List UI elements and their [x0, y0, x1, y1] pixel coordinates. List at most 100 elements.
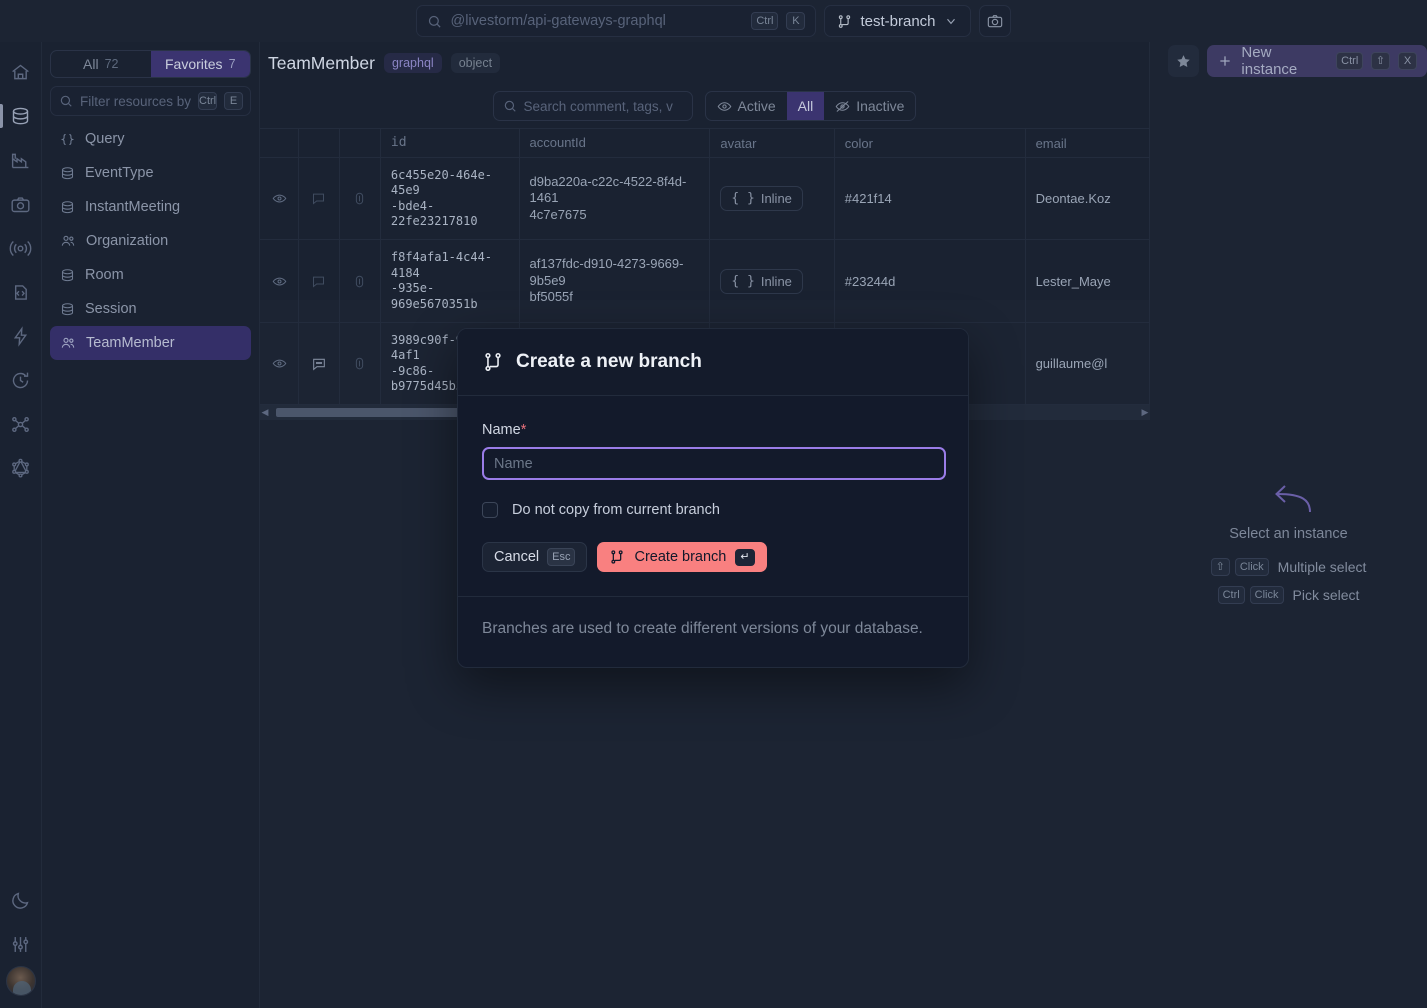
app-root: @livestorm/api-gateways-graphql Ctrl K t…	[0, 0, 1427, 1008]
sidebar-item-query[interactable]: Query	[50, 122, 251, 156]
row-accountid: d9ba220a-c22c-4522-8f4d-1461 4c7e7675	[520, 158, 711, 240]
sidebar-item-eventtype[interactable]: EventType	[50, 156, 251, 190]
row-visibility-toggle[interactable]	[260, 158, 300, 240]
modal-body: Name* Do not copy from current branch Ca…	[458, 396, 968, 596]
eye-off-icon	[835, 99, 850, 114]
row-attachment-button[interactable]	[340, 158, 381, 240]
sidebar-item-organization[interactable]: Organization	[50, 224, 251, 258]
rail-item-graphql[interactable]	[0, 446, 42, 490]
table-row[interactable]: 6c455e20-464e-45e9 -bde4-22fe23217810 d9…	[260, 157, 1150, 240]
rail-item-camera[interactable]	[0, 182, 42, 226]
filter-all[interactable]: All	[786, 92, 825, 120]
branch-selector[interactable]: test-branch	[824, 5, 971, 37]
create-branch-button[interactable]: Create branch ↵	[597, 542, 767, 572]
branch-name-input[interactable]	[482, 447, 946, 480]
tab-all[interactable]: All 72	[51, 51, 151, 77]
th-email[interactable]: email	[1026, 129, 1150, 157]
comment-icon	[311, 274, 326, 289]
rail-item-factory[interactable]	[0, 138, 42, 182]
rail-item-home[interactable]	[0, 50, 42, 94]
filter-active[interactable]: Active	[706, 92, 787, 120]
omnisearch-input[interactable]: @livestorm/api-gateways-graphql Ctrl K	[416, 5, 817, 37]
do-not-copy-checkbox[interactable]	[482, 502, 498, 518]
th-accountid[interactable]: accountId	[520, 129, 711, 157]
database-icon	[60, 200, 75, 215]
chevron-down-icon	[944, 14, 958, 28]
tab-favorites-label: Favorites	[164, 56, 223, 72]
scroll-left-icon[interactable]: ◀	[260, 407, 270, 418]
branch-icon	[837, 14, 852, 29]
resource-filter-placeholder: Filter resources by	[80, 93, 192, 109]
row-visibility-toggle[interactable]	[260, 240, 300, 322]
row-avatar[interactable]: { } Inline	[710, 240, 835, 322]
th-avatar[interactable]: avatar	[710, 129, 835, 157]
row-comment-button[interactable]	[299, 158, 340, 240]
create-kbd-enter: ↵	[735, 548, 755, 566]
row-visibility-toggle[interactable]	[260, 322, 300, 405]
rail-item-bolt[interactable]	[0, 314, 42, 358]
favorite-button[interactable]	[1168, 45, 1200, 77]
do-not-copy-row[interactable]: Do not copy from current branch	[482, 502, 944, 518]
new-instance-button[interactable]: New instance Ctrl ⇧ X	[1207, 44, 1427, 78]
modal-footer-text: Branches are used to create different ve…	[458, 596, 968, 667]
inline-chip[interactable]: { } Inline	[720, 268, 803, 294]
rail-item-code[interactable]	[0, 270, 42, 314]
filter-inactive[interactable]: Inactive	[824, 92, 915, 120]
sidebar-item-instantmeeting[interactable]: InstantMeeting	[50, 190, 251, 224]
database-icon	[60, 302, 75, 317]
cancel-label: Cancel	[494, 549, 540, 565]
rail-item-theme-toggle[interactable]	[0, 878, 42, 922]
comment-icon	[311, 356, 327, 372]
search-icon	[503, 99, 517, 113]
row-comment-button[interactable]	[299, 322, 340, 405]
omnisearch-kbd-k: K	[786, 12, 806, 30]
row-comment-button[interactable]	[299, 240, 340, 322]
sliders-icon	[10, 934, 31, 955]
row-accountid-line2: 4c7e7675	[529, 207, 587, 223]
resource-filter-input[interactable]: Filter resources by Ctrl E	[50, 86, 251, 116]
rail-item-broadcast[interactable]	[0, 226, 42, 270]
scroll-right-icon[interactable]: ▶	[1140, 407, 1150, 418]
row-id: f8f4afa1-4c44-4184 -935e-969e5670351b	[381, 240, 520, 322]
filter-active-label: Active	[737, 98, 776, 114]
row-attachment-button[interactable]	[340, 322, 381, 405]
filter-kbd-ctrl: Ctrl	[198, 92, 218, 110]
new-instance-label: New instance	[1241, 44, 1298, 78]
paperclip-icon	[352, 356, 367, 371]
hint-multiple-select: ⇧ Click Multiple select	[1210, 558, 1366, 576]
cancel-button[interactable]: Cancel Esc	[482, 542, 588, 572]
th-id[interactable]: id	[381, 129, 520, 157]
rail-item-history[interactable]	[0, 358, 42, 402]
sidebar-item-label: EventType	[85, 165, 154, 181]
th-color[interactable]: color	[835, 129, 1026, 157]
rail-item-database[interactable]	[0, 94, 42, 138]
factory-icon	[10, 150, 31, 171]
row-avatar[interactable]: { } Inline	[710, 158, 835, 240]
search-icon	[427, 14, 442, 29]
branch-name: test-branch	[860, 12, 936, 30]
braces-icon: { }	[731, 191, 755, 207]
sidebar-item-room[interactable]: Room	[50, 258, 251, 292]
inline-chip[interactable]: { } Inline	[720, 186, 803, 212]
hint-kbd-click: Click	[1249, 586, 1284, 604]
rail-item-graph[interactable]	[0, 402, 42, 446]
table-toolbar: Search comment, tags, v Active All Inact…	[260, 84, 1149, 128]
sidebar-item-label: Organization	[86, 233, 169, 249]
row-attachment-button[interactable]	[340, 240, 381, 322]
snapshot-button[interactable]	[978, 5, 1011, 37]
eye-icon	[717, 99, 732, 114]
sidebar-item-session[interactable]: Session	[50, 292, 251, 326]
sidebar-item-teammember[interactable]: TeamMember	[50, 326, 251, 360]
table-row[interactable]: f8f4afa1-4c44-4184 -935e-969e5670351b af…	[260, 239, 1150, 322]
comment-search-input[interactable]: Search comment, tags, v	[492, 91, 693, 121]
rail-item-settings[interactable]	[0, 922, 42, 966]
tab-all-label: All	[83, 56, 99, 72]
tab-favorites[interactable]: Favorites 7	[150, 51, 250, 77]
row-accountid-line2: bf5055f	[529, 289, 573, 305]
sidebar-item-label: Session	[85, 301, 137, 317]
code-file-icon	[10, 282, 31, 303]
status-filter-group: Active All Inactive	[704, 91, 917, 121]
modal-actions: Cancel Esc Create branch ↵	[482, 542, 944, 572]
camera-icon	[10, 194, 31, 215]
avatar[interactable]	[5, 966, 36, 996]
